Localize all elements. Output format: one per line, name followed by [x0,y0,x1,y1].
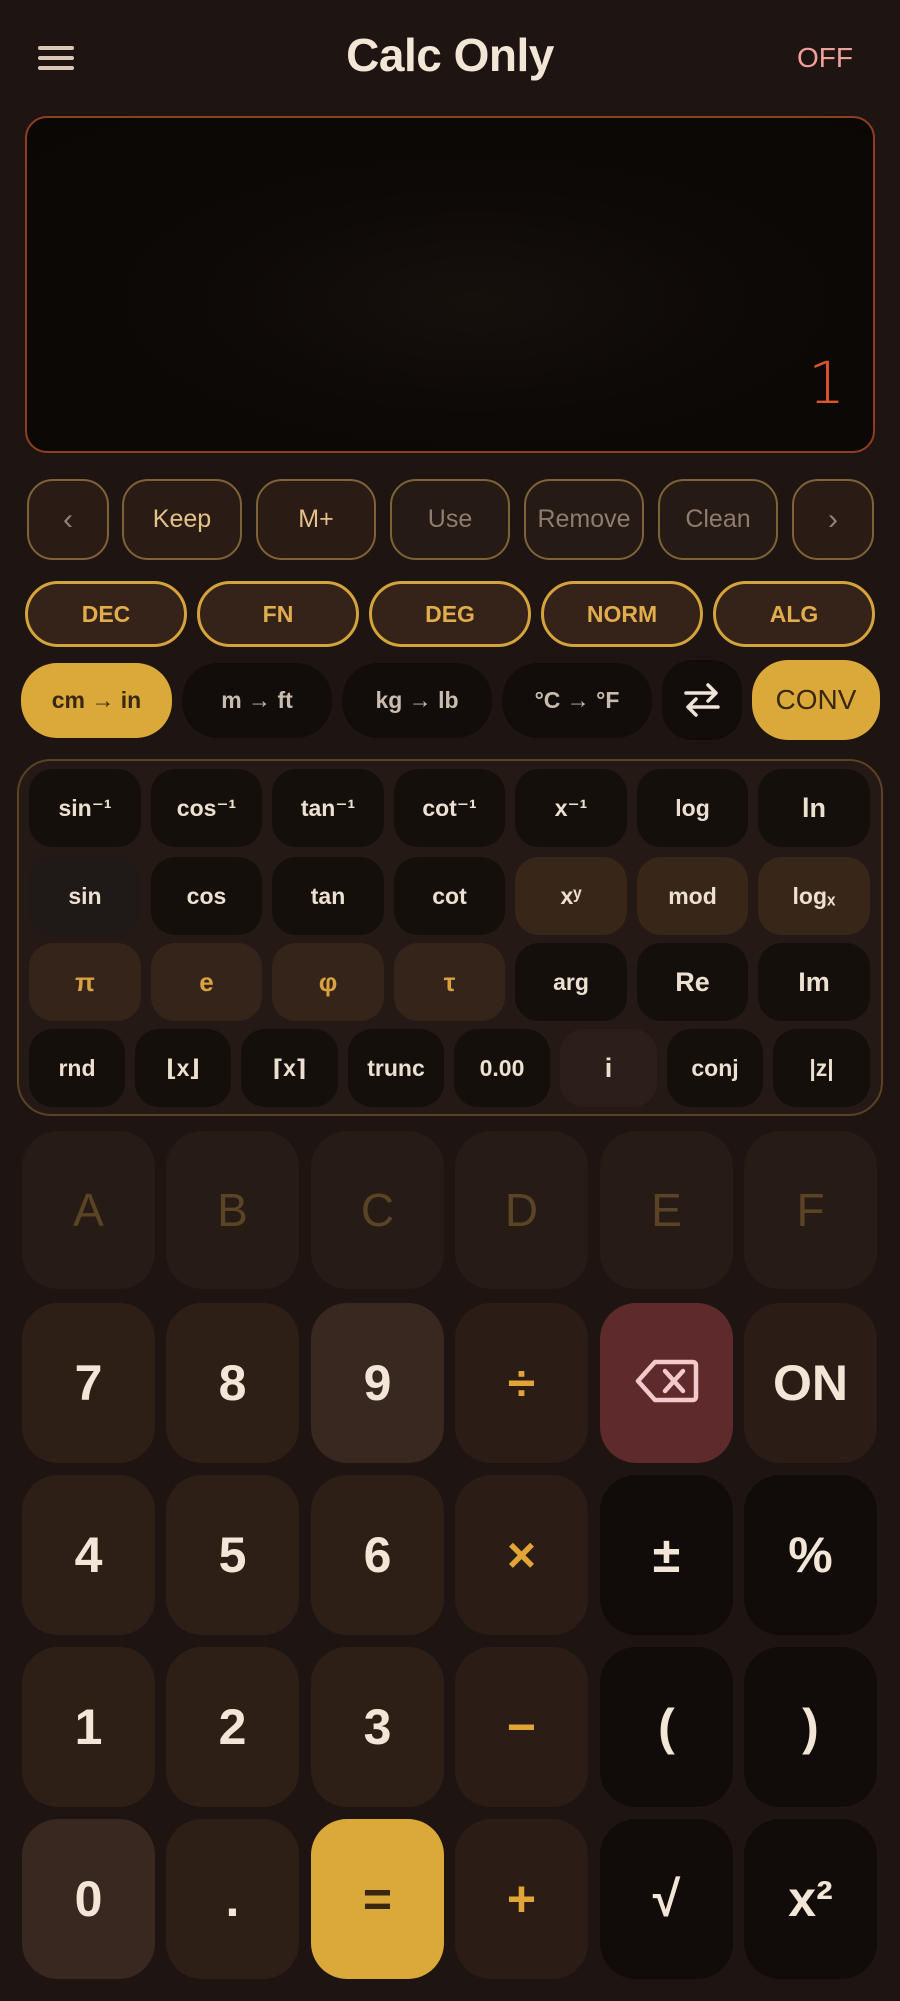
digit-9-button[interactable]: 9 [311,1303,444,1463]
multiply-button[interactable]: × [455,1475,588,1635]
ln-button[interactable]: ln [758,769,870,847]
equals-button[interactable]: = [311,1819,444,1979]
digit-6-button[interactable]: 6 [311,1475,444,1635]
digit-7-button[interactable]: 7 [22,1303,155,1463]
sin-button[interactable]: sin [29,857,141,935]
decimal-point-button[interactable]: . [166,1819,299,1979]
mode-alg-button[interactable]: ALG [713,581,875,647]
hamburger-menu-icon[interactable] [34,40,80,76]
floor-button[interactable]: ⌊x⌋ [135,1029,231,1107]
plus-minus-button[interactable]: ± [600,1475,733,1635]
mode-norm-button[interactable]: NORM [541,581,703,647]
cos-button[interactable]: cos [151,857,262,935]
memory-prev-button[interactable]: ‹ [27,479,109,560]
hex-a-button[interactable]: A [22,1131,155,1289]
clean-button[interactable]: Clean [658,479,778,560]
digit-0-button[interactable]: 0 [22,1819,155,1979]
mode-dec-button[interactable]: DEC [25,581,187,647]
mode-deg-button[interactable]: DEG [369,581,531,647]
power-button[interactable]: xʸ [515,857,627,935]
app-title: Calc Only [346,29,554,81]
unit-cm-in-button[interactable]: cm → in [21,663,172,738]
convert-button[interactable]: CONV [752,660,880,740]
log-base-button[interactable]: logₓ [758,857,870,935]
add-button[interactable]: + [455,1819,588,1979]
log-button[interactable]: log [637,769,748,847]
digit-8-button[interactable]: 8 [166,1303,299,1463]
unit-c-f-button[interactable]: °C → °F [502,663,652,738]
square-button[interactable]: x² [744,1819,877,1979]
memory-next-button[interactable]: › [792,479,874,560]
display-value: 1 [808,349,845,417]
percent-button[interactable]: % [744,1475,877,1635]
keep-button[interactable]: Keep [122,479,242,560]
hex-d-button[interactable]: D [455,1131,588,1289]
tan-button[interactable]: tan [272,857,384,935]
digit-4-button[interactable]: 4 [22,1475,155,1635]
cot-button[interactable]: cot [394,857,505,935]
digit-5-button[interactable]: 5 [166,1475,299,1635]
imaginary-part-button[interactable]: Im [758,943,870,1021]
reciprocal-button[interactable]: x⁻¹ [515,769,627,847]
pi-button[interactable]: π [29,943,141,1021]
tau-button[interactable]: τ [394,943,505,1021]
calculator-display: 1 [25,116,875,453]
hex-f-button[interactable]: F [744,1131,877,1289]
close-paren-button[interactable]: ) [744,1647,877,1807]
random-button[interactable]: rnd [29,1029,125,1107]
euler-e-button[interactable]: e [151,943,262,1021]
fixed-decimals-button[interactable]: 0.00 [454,1029,550,1107]
arg-button[interactable]: arg [515,943,627,1021]
digit-3-button[interactable]: 3 [311,1647,444,1807]
on-button[interactable]: ON [744,1303,877,1463]
mod-button[interactable]: mod [637,857,748,935]
arccos-button[interactable]: cos⁻¹ [151,769,262,847]
square-root-button[interactable]: √ [600,1819,733,1979]
open-paren-button[interactable]: ( [600,1647,733,1807]
imaginary-unit-button[interactable]: i [560,1029,657,1107]
divide-button[interactable]: ÷ [455,1303,588,1463]
remove-button[interactable]: Remove [524,479,644,560]
memory-plus-button[interactable]: M+ [256,479,376,560]
hex-c-button[interactable]: C [311,1131,444,1289]
off-button[interactable]: OFF [790,40,860,76]
unit-m-ft-button[interactable]: m → ft [182,663,332,738]
real-part-button[interactable]: Re [637,943,748,1021]
hex-b-button[interactable]: B [166,1131,299,1289]
arccot-button[interactable]: cot⁻¹ [394,769,505,847]
ceiling-button[interactable]: ⌈x⌉ [241,1029,338,1107]
modulus-button[interactable]: |z| [773,1029,870,1107]
swap-arrows-icon[interactable] [662,660,742,740]
arctan-button[interactable]: tan⁻¹ [272,769,384,847]
digit-1-button[interactable]: 1 [22,1647,155,1807]
arcsin-button[interactable]: sin⁻¹ [29,769,141,847]
phi-button[interactable]: φ [272,943,384,1021]
conjugate-button[interactable]: conj [667,1029,763,1107]
trunc-button[interactable]: trunc [348,1029,444,1107]
use-button[interactable]: Use [390,479,510,560]
hex-e-button[interactable]: E [600,1131,733,1289]
digit-2-button[interactable]: 2 [166,1647,299,1807]
mode-fn-button[interactable]: FN [197,581,359,647]
unit-kg-lb-button[interactable]: kg → lb [342,663,492,738]
subtract-button[interactable]: − [455,1647,588,1807]
backspace-icon[interactable] [600,1303,733,1463]
